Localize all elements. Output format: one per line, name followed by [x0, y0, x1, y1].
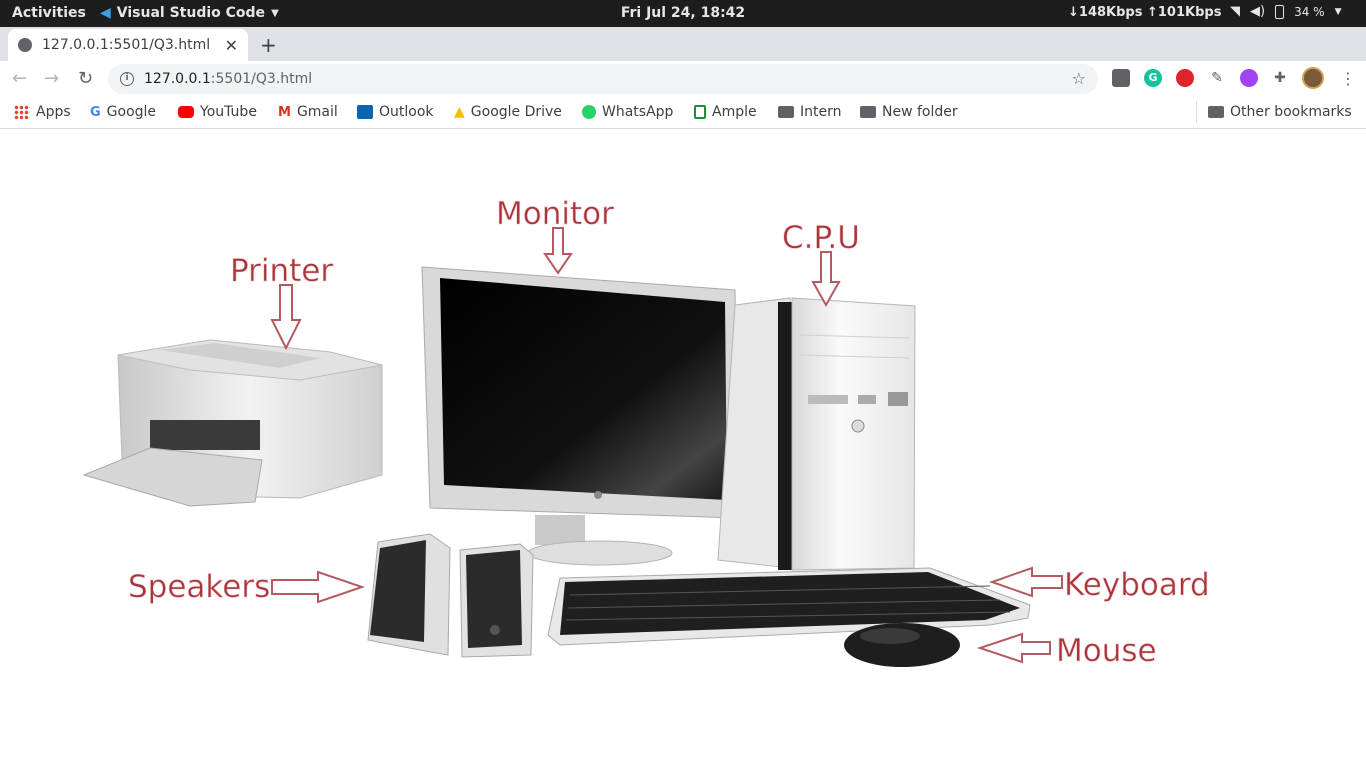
cpu-arrow [811, 251, 841, 308]
app-menu[interactable]: ◀ Visual Studio Code ▼ [100, 5, 279, 21]
forward-button[interactable]: → [44, 68, 59, 89]
tab-strip: 127.0.0.1:5501/Q3.html ✕ + [0, 27, 1366, 61]
printer-arrow [270, 284, 302, 351]
bookmark-label: Other bookmarks [1230, 104, 1352, 120]
bookmark-label: Google [106, 104, 157, 120]
bookmark-star-icon[interactable]: ☆ [1072, 69, 1086, 88]
clock[interactable]: Fri Jul 24, 18:42 [621, 5, 745, 21]
browser-toolbar: ← → ↻ i 127.0.0.1:5501/Q3.html ☆ G ✎ ✚ ⋮ [0, 61, 1366, 97]
network-speed: ↓148Kbps ↑101Kbps [1068, 5, 1222, 20]
youtube-icon [178, 106, 194, 118]
label-speakers: Speakers [128, 569, 270, 605]
bookmark-label: Gmail [296, 104, 338, 120]
puzzle-icon[interactable]: ✚ [1271, 69, 1289, 87]
tab-title: 127.0.0.1:5501/Q3.html [42, 37, 211, 53]
bookmarks-bar: Apps G Google YouTube M Gmail Outlook ▲ … [0, 97, 1366, 129]
bookmark-label: Ample [712, 104, 757, 120]
keyboard-illustration [547, 567, 1031, 646]
bookmark-label: Outlook [379, 104, 434, 120]
folder-icon [1208, 106, 1224, 118]
url-path: :5501/Q3.html [210, 71, 313, 87]
label-keyboard: Keyboard [1064, 567, 1210, 603]
bookmark-label: Apps [36, 104, 71, 120]
speakers-arrow [271, 570, 366, 604]
avatar[interactable] [1302, 67, 1324, 89]
wifi-icon: ◥ [1230, 4, 1240, 19]
bookmark-other[interactable]: Other bookmarks [1208, 104, 1352, 120]
system-tray[interactable]: ◥ ◀) 34 % ▼ [1230, 4, 1342, 19]
adblock-icon[interactable] [1176, 69, 1194, 87]
apps-grid-icon [14, 105, 30, 119]
bookmarks-divider [1196, 101, 1197, 123]
monitor-illustration [421, 266, 739, 566]
battery-level: 34 % [1294, 4, 1325, 19]
new-tab-button[interactable]: + [260, 33, 277, 57]
extension-icon[interactable] [1112, 69, 1130, 87]
label-printer: Printer [230, 253, 333, 289]
url-host: 127.0.0.1 [144, 71, 211, 87]
info-icon[interactable]: i [120, 72, 134, 86]
app-name: Visual Studio Code [116, 5, 266, 21]
chevron-down-icon: ▼ [271, 7, 279, 19]
reload-button[interactable]: ↻ [78, 68, 93, 89]
bookmark-new-folder[interactable]: New folder [860, 104, 958, 120]
computer-parts-image: Printer Monitor C.P.U Speakers Keyboard … [82, 196, 1210, 669]
tab-active[interactable]: 127.0.0.1:5501/Q3.html ✕ [8, 29, 248, 61]
label-monitor: Monitor [496, 196, 614, 232]
bookmark-google-drive[interactable]: ▲ Google Drive [454, 104, 562, 120]
bookmark-google[interactable]: G Google [90, 104, 156, 120]
bookmark-whatsapp[interactable]: WhatsApp [582, 104, 673, 120]
cpu-illustration [717, 297, 916, 571]
label-cpu: C.P.U [782, 220, 860, 256]
google-drive-icon: ▲ [454, 104, 465, 120]
power-menu-chevron-icon: ▼ [1334, 6, 1342, 17]
folder-icon [778, 106, 794, 118]
label-mouse: Mouse [1056, 633, 1157, 669]
close-icon[interactable]: ✕ [225, 36, 238, 55]
vscode-icon: ◀ [100, 5, 111, 21]
gmail-icon: M [278, 104, 291, 120]
mouse-arrow [976, 632, 1051, 664]
bookmark-label: New folder [882, 104, 958, 120]
activities-button[interactable]: Activities [12, 5, 86, 21]
grammarly-icon[interactable]: G [1144, 69, 1162, 87]
battery-icon [1275, 4, 1285, 19]
extension-purple-icon[interactable] [1240, 69, 1258, 87]
monitor-arrow [543, 227, 573, 275]
bookmark-ample[interactable]: Ample [694, 104, 757, 120]
bookmark-youtube[interactable]: YouTube [178, 104, 257, 120]
mouse-illustration [844, 623, 960, 667]
bookmark-label: Intern [800, 104, 842, 120]
bookmark-label: YouTube [200, 104, 257, 120]
system-top-bar: Activities ◀ Visual Studio Code ▼ Fri Ju… [0, 0, 1366, 27]
google-icon: G [90, 104, 101, 120]
eyedropper-icon[interactable]: ✎ [1208, 69, 1226, 87]
bookmark-label: WhatsApp [602, 104, 674, 120]
whatsapp-icon [582, 105, 596, 119]
bookmark-intern[interactable]: Intern [778, 104, 842, 120]
address-bar[interactable]: i 127.0.0.1:5501/Q3.html ☆ [108, 64, 1098, 94]
volume-icon: ◀) [1250, 4, 1266, 19]
folder-icon [860, 106, 876, 118]
bookmark-apps[interactable]: Apps [14, 104, 71, 120]
keyboard-arrow [988, 566, 1063, 598]
globe-icon [18, 38, 32, 52]
ample-icon [694, 105, 706, 119]
printer-illustration [82, 339, 383, 507]
bookmark-label: Google Drive [470, 104, 562, 120]
back-button[interactable]: ← [12, 68, 27, 89]
page-content: Printer Monitor C.P.U Speakers Keyboard … [0, 130, 1366, 768]
speakers-illustration [367, 533, 534, 658]
outlook-icon [357, 105, 373, 119]
menu-icon[interactable]: ⋮ [1340, 69, 1356, 88]
bookmark-gmail[interactable]: M Gmail [278, 104, 338, 120]
bookmark-outlook[interactable]: Outlook [357, 104, 434, 120]
